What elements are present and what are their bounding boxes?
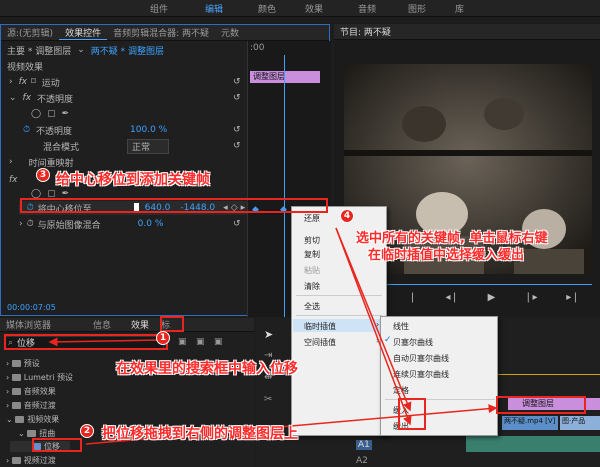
annotation-step3: 给中心移位到添加关键帧 bbox=[56, 172, 210, 188]
annotation-step2: 把位移拖拽到右侧的调整图层上 bbox=[102, 426, 298, 442]
step-badge-3: 3 bbox=[36, 168, 50, 182]
step-badge-2: 2 bbox=[80, 424, 94, 438]
arrow-1 bbox=[48, 337, 161, 347]
step-badge-4: 4 bbox=[340, 209, 354, 223]
step-badge-1: 1 bbox=[156, 331, 170, 345]
annotation-step4-line2: 在临时插值中选择缓入缓出 bbox=[368, 248, 525, 263]
annotation-step1: 在效果里的搜索框中输入位移 bbox=[116, 361, 298, 377]
